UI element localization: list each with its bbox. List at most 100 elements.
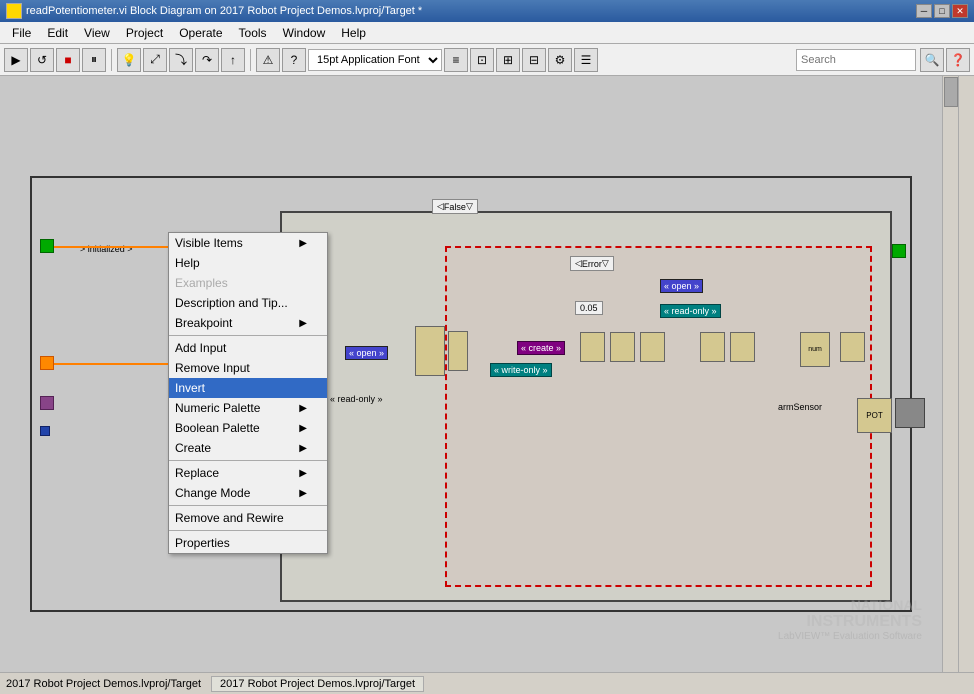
highlight-button[interactable]: 💡 [117, 48, 141, 72]
window-controls: ─ □ ✕ [916, 4, 968, 18]
vertical-scrollbar[interactable] [942, 76, 958, 672]
menu-project[interactable]: Project [118, 24, 171, 42]
scrollbar-thumb-v[interactable] [944, 77, 958, 107]
arrow-icon-boolean: ▶ [299, 423, 307, 434]
align-button[interactable]: ≡ [444, 48, 468, 72]
diagram-area: ◁ False ▽ ◁ Error ▽ > initialized > « re… [0, 76, 958, 672]
terminal-purple-1 [40, 396, 54, 410]
extra-button[interactable]: ☰ [574, 48, 598, 72]
context-help-button[interactable]: ? [282, 48, 306, 72]
arrow-icon-numeric: ▶ [299, 403, 307, 414]
node-4 [700, 332, 725, 362]
warning-button[interactable]: ⚠ [256, 48, 280, 72]
menu-edit[interactable]: Edit [39, 24, 76, 42]
ctx-description[interactable]: Description and Tip... [169, 293, 327, 313]
step-out-button[interactable]: ↑ [221, 48, 245, 72]
menu-window[interactable]: Window [275, 24, 334, 42]
ctx-numeric-palette[interactable]: Numeric Palette ▶ [169, 398, 327, 418]
font-select[interactable]: 15pt Application Font [308, 49, 442, 71]
error-selection-border [445, 246, 872, 587]
open-block-2: « open » [660, 279, 703, 293]
read-only-label: « read-only » [330, 394, 383, 404]
ctx-remove-input[interactable]: Remove Input [169, 358, 327, 378]
ctx-invert[interactable]: Invert [169, 378, 327, 398]
tools-button[interactable]: ⚙ [548, 48, 572, 72]
terminal-blue-1 [40, 426, 50, 436]
node-6: num [800, 332, 830, 367]
node-2 [610, 332, 635, 362]
ctx-replace[interactable]: Replace ▶ [169, 463, 327, 483]
separator-3 [169, 505, 327, 506]
ctx-add-input[interactable]: Add Input [169, 338, 327, 358]
node-1 [580, 332, 605, 362]
menu-bar: File Edit View Project Operate Tools Win… [0, 22, 974, 44]
menu-tools[interactable]: Tools [231, 24, 275, 42]
help-icon-button[interactable]: ❓ [946, 48, 970, 72]
menu-file[interactable]: File [4, 24, 39, 42]
ctx-create[interactable]: Create ▶ [169, 438, 327, 458]
pause-button[interactable]: ⏸ [82, 48, 106, 72]
abort-button[interactable]: ■ [56, 48, 80, 72]
step-over-button[interactable]: ↷ [195, 48, 219, 72]
ni-logo-line3: LabVIEW™ Evaluation Software [778, 631, 922, 642]
block-left-1 [415, 326, 445, 376]
create-block: « create » [517, 341, 565, 355]
node-7 [840, 332, 865, 362]
status-tab[interactable]: 2017 Robot Project Demos.lvproj/Target [211, 676, 424, 692]
block-left-2 [448, 331, 468, 371]
maximize-button[interactable]: □ [934, 4, 950, 18]
title-bar: readPotentiometer.vi Block Diagram on 20… [0, 0, 974, 22]
arm-sensor-label: armSensor [778, 402, 822, 412]
retain-button[interactable]: ⤢ [143, 48, 167, 72]
wire-orange-1 [40, 246, 170, 248]
ctx-boolean-palette[interactable]: Boolean Palette ▶ [169, 418, 327, 438]
separator2 [250, 49, 251, 71]
ctx-properties[interactable]: Properties [169, 533, 327, 553]
node-5 [730, 332, 755, 362]
false-label[interactable]: ◁ False ▽ [432, 199, 478, 214]
main-area: ◁ False ▽ ◁ Error ▽ > initialized > « re… [0, 76, 974, 672]
value-block[interactable]: 0.05 [575, 301, 603, 315]
arrow-icon-visible-items: ▶ [299, 238, 307, 249]
write-only-block: « write-only » [490, 363, 552, 377]
separator1 [111, 49, 112, 71]
status-bar: 2017 Robot Project Demos.lvproj/Target 2… [0, 672, 974, 694]
ctx-examples: Examples [169, 273, 327, 293]
run-button[interactable]: ▶ [4, 48, 28, 72]
terminal-green-right [892, 244, 906, 258]
status-text: 2017 Robot Project Demos.lvproj/Target [6, 678, 201, 690]
step-into-button[interactable]: ⤵ [169, 48, 193, 72]
ctx-remove-rewire[interactable]: Remove and Rewire [169, 508, 327, 528]
app-icon [6, 3, 22, 19]
right-panel [958, 76, 974, 672]
open-block-1: « open » [345, 346, 388, 360]
error-selector[interactable]: ◁ Error ▽ [570, 256, 614, 271]
minimize-button[interactable]: ─ [916, 4, 932, 18]
reorder-button[interactable]: ⊟ [522, 48, 546, 72]
ni-logo-line1: NATIONAL [778, 597, 922, 613]
ctx-visible-items[interactable]: Visible Items ▶ [169, 233, 327, 253]
close-button[interactable]: ✕ [952, 4, 968, 18]
ctx-change-mode[interactable]: Change Mode ▶ [169, 483, 327, 503]
arrow-icon-change-mode: ▶ [299, 488, 307, 499]
ni-logo: NATIONAL INSTRUMENTS LabVIEW™ Evaluation… [778, 597, 922, 642]
menu-help[interactable]: Help [333, 24, 374, 42]
resize-button[interactable]: ⊞ [496, 48, 520, 72]
node-3 [640, 332, 665, 362]
title-text: readPotentiometer.vi Block Diagram on 20… [26, 5, 916, 17]
separator-1 [169, 335, 327, 336]
search-input[interactable] [796, 49, 916, 71]
search-icon[interactable]: 🔍 [920, 48, 944, 72]
ctx-help[interactable]: Help [169, 253, 327, 273]
separator-4 [169, 530, 327, 531]
run-continuously-button[interactable]: ↺ [30, 48, 54, 72]
arrow-icon-breakpoint: ▶ [299, 318, 307, 329]
menu-operate[interactable]: Operate [171, 24, 230, 42]
separator-2 [169, 460, 327, 461]
menu-view[interactable]: View [76, 24, 118, 42]
context-menu: Visible Items ▶ Help Examples Descriptio… [168, 232, 328, 554]
distribute-button[interactable]: ⊡ [470, 48, 494, 72]
diagram-canvas: ◁ False ▽ ◁ Error ▽ > initialized > « re… [0, 76, 942, 672]
read-only-block: « read-only » [660, 304, 721, 318]
ctx-breakpoint[interactable]: Breakpoint ▶ [169, 313, 327, 333]
